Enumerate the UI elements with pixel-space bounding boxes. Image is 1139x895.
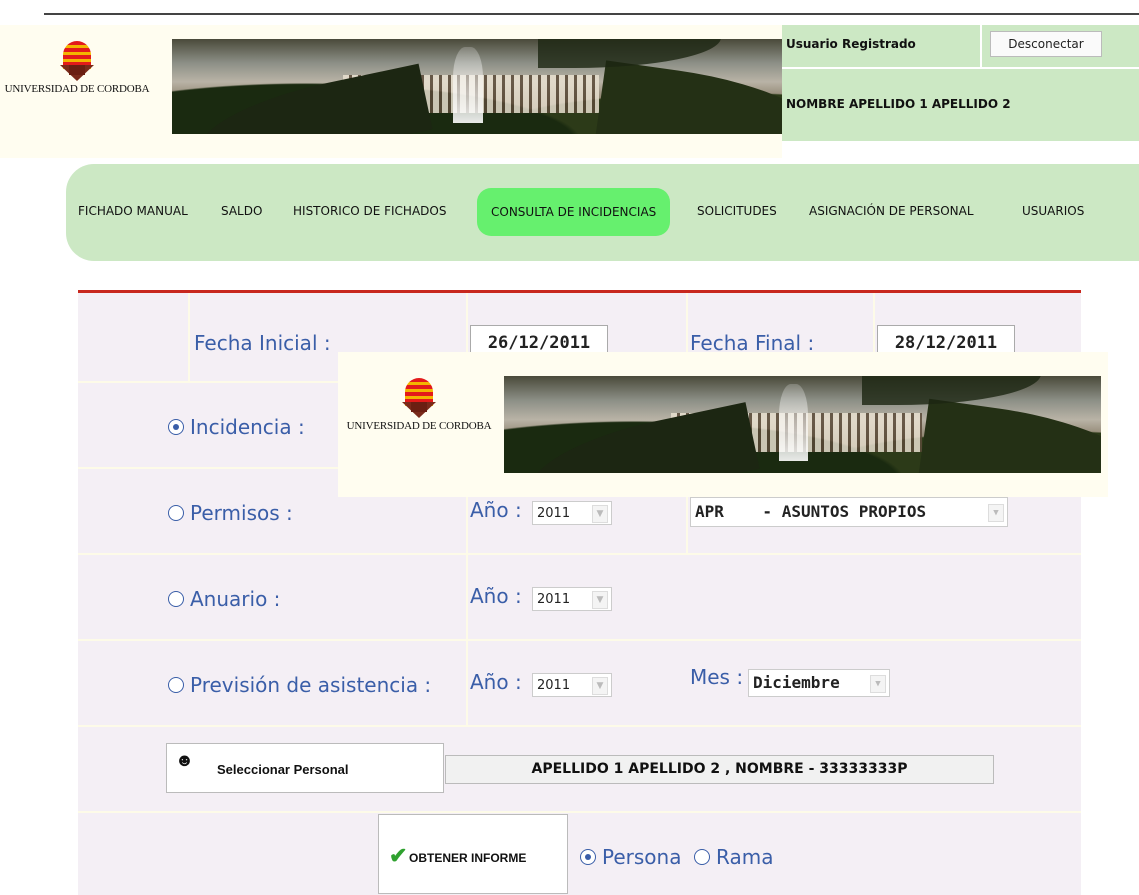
nav-item-asignacion-de-personal[interactable]: ASIGNACIÓN DE PERSONAL xyxy=(809,204,974,218)
prevision-label: Previsión de asistencia : xyxy=(190,673,432,697)
prevision-mes-select[interactable]: Diciembre ▼ xyxy=(748,669,890,697)
disconnect-cell: Desconectar xyxy=(980,25,1139,67)
prevision-anio-value: 2011 xyxy=(537,678,571,693)
header-banner-image xyxy=(172,39,782,134)
prevision-anio-select[interactable]: 2011 ▼ xyxy=(532,673,612,697)
popup-logo-text: UNIVERSIDAD DE CORDOBA xyxy=(346,420,492,432)
person-search-icon: ☻ xyxy=(175,750,194,770)
user-panel: Usuario Registrado Desconectar NOMBRE AP… xyxy=(782,25,1139,141)
permisos-radio-icon[interactable] xyxy=(168,504,184,521)
chevron-down-icon: ▼ xyxy=(988,504,1004,522)
permisos-anio-select[interactable]: 2011 ▼ xyxy=(532,501,612,525)
university-crest-icon xyxy=(60,41,94,81)
prevision-mes-label: Mes : xyxy=(690,665,744,689)
popup-banner-image xyxy=(504,376,1101,473)
anuario-label: Anuario : xyxy=(190,587,281,611)
user-panel-divider xyxy=(782,67,1139,69)
rama-label: Rama xyxy=(716,845,774,869)
nav-item-saldo[interactable]: SALDO xyxy=(221,204,262,218)
rama-option[interactable]: Rama xyxy=(694,845,773,869)
user-label: Usuario Registrado xyxy=(786,37,916,51)
overlay-header-popup: UNIVERSIDAD DE CORDOBA xyxy=(338,352,1108,497)
permisos-label: Permisos : xyxy=(190,501,293,525)
nav-item-historico-de-fichados[interactable]: HISTORICO DE FICHADOS xyxy=(293,204,446,218)
prevision-mes-value: Diciembre xyxy=(753,673,840,692)
permisos-anio-label: Año : xyxy=(470,498,522,522)
header-logo-area: UNIVERSIDAD DE CORDOBA xyxy=(0,25,782,158)
obtener-informe-label: OBTENER INFORME xyxy=(409,851,527,865)
rama-radio-icon[interactable] xyxy=(694,848,710,865)
anuario-radio-icon[interactable] xyxy=(168,590,184,607)
anuario-anio-value: 2011 xyxy=(537,592,571,607)
university-crest-icon xyxy=(402,378,436,418)
persona-option[interactable]: Persona xyxy=(580,845,681,869)
prevision-option[interactable]: Previsión de asistencia : xyxy=(168,673,431,697)
anuario-option[interactable]: Anuario : xyxy=(168,587,280,611)
selected-person-field: APELLIDO 1 APELLIDO 2 , NOMBRE - 3333333… xyxy=(445,755,994,784)
permisos-option[interactable]: Permisos : xyxy=(168,501,293,525)
chevron-down-icon: ▼ xyxy=(592,677,608,695)
nav-item-consulta-de-incidencias[interactable]: CONSULTA DE INCIDENCIAS xyxy=(477,188,671,236)
checkmark-icon: ✔ xyxy=(389,843,408,868)
incidencia-label: Incidencia : xyxy=(190,415,305,439)
anuario-anio-select[interactable]: 2011 ▼ xyxy=(532,587,612,611)
permisos-anio-value: 2011 xyxy=(537,506,571,521)
persona-label: Persona xyxy=(602,845,682,869)
obtener-informe-button[interactable]: ✔ OBTENER INFORME xyxy=(378,814,568,894)
fecha-inicial-label: Fecha Inicial : xyxy=(194,331,331,355)
seleccionar-personal-label: Seleccionar Personal xyxy=(217,762,349,777)
chevron-down-icon: ▼ xyxy=(592,591,608,609)
nav-item-solicitudes[interactable]: SOLICITUDES xyxy=(697,204,777,218)
prevision-anio-label: Año : xyxy=(470,670,522,694)
col-divider xyxy=(188,293,190,381)
nav-item-fichado-manual[interactable]: FICHADO MANUAL xyxy=(78,204,188,218)
chevron-down-icon: ▼ xyxy=(870,675,886,693)
persona-radio-icon[interactable] xyxy=(580,848,596,865)
permisos-tipo-select[interactable]: APR - ASUNTOS PROPIOS ▼ xyxy=(690,497,1008,527)
seleccionar-personal-button[interactable]: ☻ Seleccionar Personal xyxy=(166,743,444,793)
prevision-radio-icon[interactable] xyxy=(168,676,184,693)
incidencia-option[interactable]: Incidencia : xyxy=(168,415,305,439)
nav-item-usuarios[interactable]: USUARIOS xyxy=(1022,204,1084,218)
anuario-anio-label: Año : xyxy=(470,584,522,608)
top-divider xyxy=(44,13,1139,15)
permisos-tipo-value: APR - ASUNTOS PROPIOS xyxy=(695,502,927,521)
chevron-down-icon: ▼ xyxy=(592,505,608,523)
user-name: NOMBRE APELLIDO 1 APELLIDO 2 xyxy=(786,97,1011,111)
popup-university-logo: UNIVERSIDAD DE CORDOBA xyxy=(344,378,494,432)
university-logo: UNIVERSIDAD DE CORDOBA xyxy=(2,41,152,95)
disconnect-button[interactable]: Desconectar xyxy=(990,31,1102,57)
incidencia-radio-icon[interactable] xyxy=(168,418,184,435)
logo-text: UNIVERSIDAD DE CORDOBA xyxy=(4,83,150,95)
main-nav: FICHADO MANUAL SALDO HISTORICO DE FICHAD… xyxy=(66,164,1139,261)
